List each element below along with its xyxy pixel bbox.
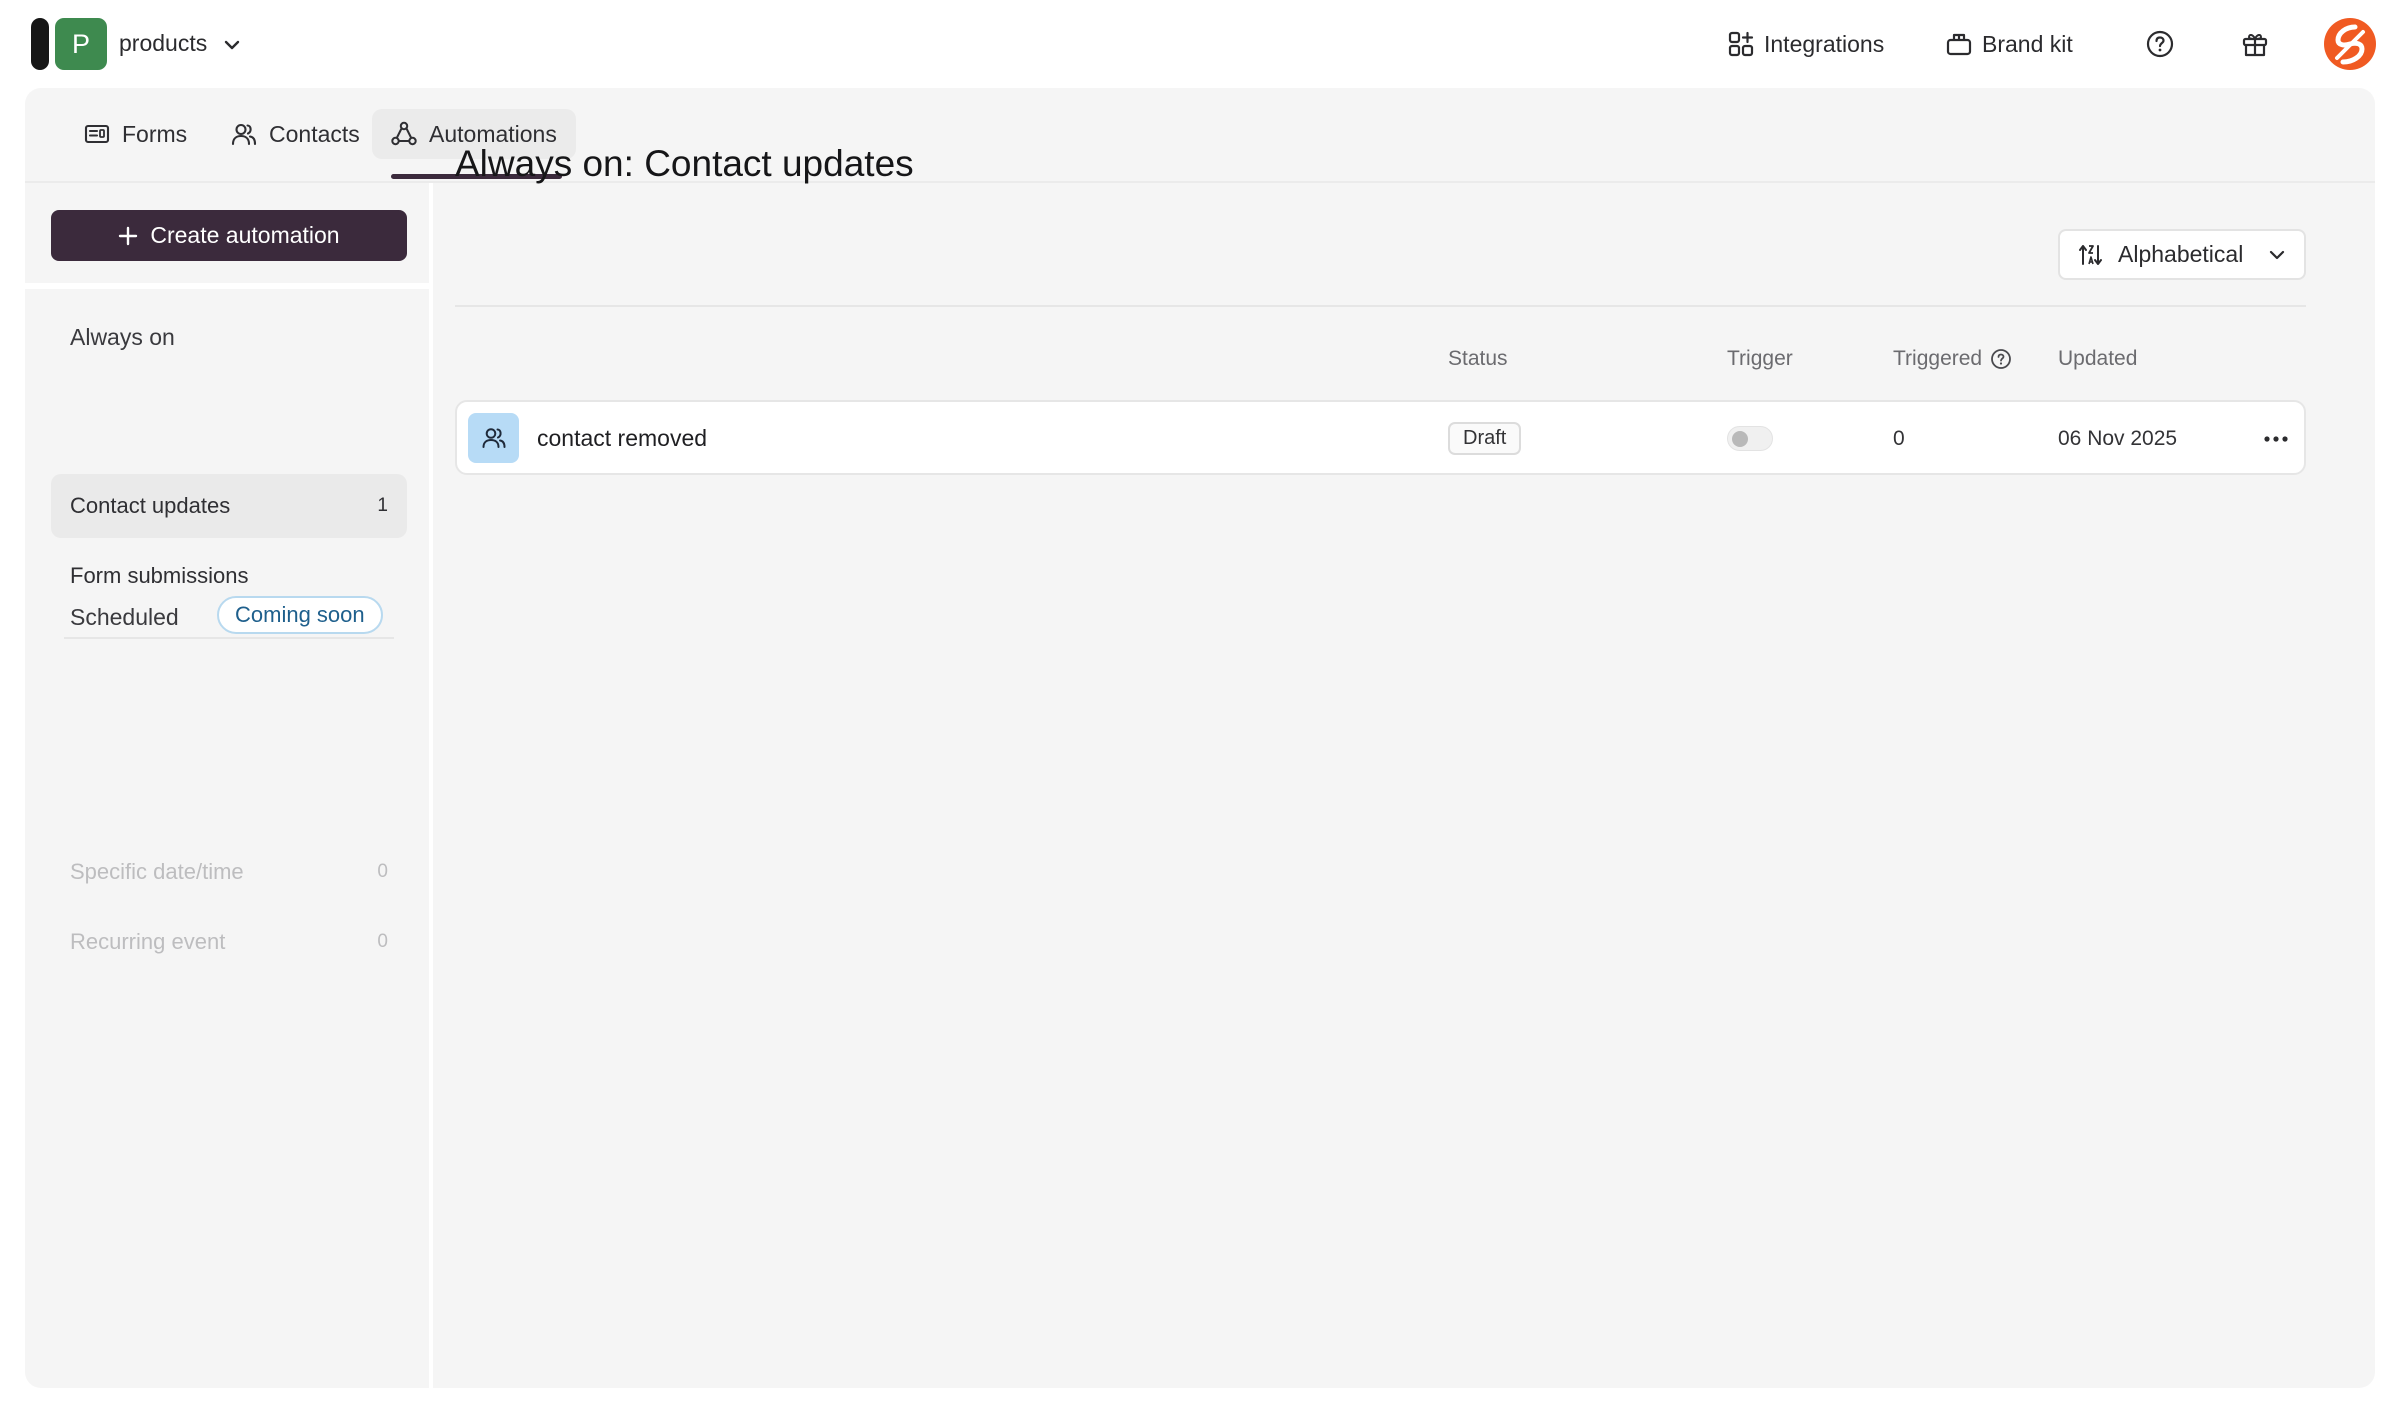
help-icon[interactable] [2145, 29, 2175, 59]
toggle-knob [1732, 431, 1748, 447]
always-on-heading: Always on [70, 324, 175, 350]
create-automation-button[interactable]: Create automation [51, 210, 407, 261]
tab-forms-label: Forms [122, 120, 188, 147]
sidebar-item-label: Form submissions [70, 563, 249, 588]
workspace-avatar[interactable]: P [55, 18, 107, 70]
users-icon [482, 428, 505, 448]
integrations-button[interactable]: Integrations [1728, 26, 1884, 62]
create-automation-label: Create automation [150, 222, 340, 248]
more-options-icon[interactable] [2263, 429, 2289, 449]
sidebar-item-specific-date: Specific date/time 0 [51, 840, 407, 904]
sort-dropdown[interactable]: Alphabetical [2058, 229, 2306, 280]
info-help-icon[interactable] [1990, 348, 2012, 370]
sidebar-item-count: 0 [377, 931, 388, 952]
tab-forms[interactable]: Forms [65, 109, 206, 159]
user-avatar[interactable] [2324, 18, 2376, 70]
column-header-label: Updated [2058, 347, 2138, 370]
sort-label: Alphabetical [2118, 241, 2244, 267]
app-logo [31, 18, 49, 70]
column-header-label: Status [1448, 347, 1508, 370]
page-title: Always on: Contact updates [455, 143, 914, 184]
brand-kit-icon [1946, 33, 1972, 56]
trigger-toggle[interactable] [1727, 426, 1773, 451]
sidebar-divider [64, 637, 394, 639]
column-header-updated: Updated [2058, 347, 2137, 371]
main-tabs: Forms Contacts Automations [25, 88, 2375, 183]
sidebar-item-label: Recurring event [70, 929, 226, 954]
gift-icon[interactable] [2240, 29, 2270, 59]
contacts-icon [231, 123, 257, 146]
plus-icon [119, 226, 138, 245]
content-divider [455, 305, 2306, 307]
chevron-down-icon [2269, 250, 2285, 259]
integrations-label: Integrations [1764, 30, 1885, 57]
tab-contacts[interactable]: Contacts [212, 109, 379, 159]
automations-sidebar: Create automation Always on Contact upda… [25, 183, 433, 1388]
triggered-count: 0 [1893, 427, 1905, 450]
sidebar-item-count: 1 [377, 495, 388, 516]
tab-contacts-label: Contacts [269, 120, 360, 147]
sidebar-separator [25, 283, 433, 289]
sidebar-item-recurring-event: Recurring event 0 [51, 910, 407, 974]
column-header-label: Trigger [1727, 347, 1793, 370]
chevron-down-icon[interactable] [222, 35, 242, 55]
column-header-label: Triggered [1893, 347, 1983, 370]
sidebar-item-label: Specific date/time [70, 859, 244, 884]
integrations-icon [1728, 31, 1754, 57]
sidebar-item-count: 0 [377, 861, 388, 882]
column-header-trigger: Trigger [1727, 347, 1793, 371]
updated-date: 06 Nov 2025 [2058, 427, 2178, 450]
contacts-automation-icon [468, 413, 519, 463]
brand-kit-button[interactable]: Brand kit [1946, 26, 2073, 62]
forms-icon [84, 124, 110, 144]
automation-name[interactable]: contact removed [537, 425, 707, 452]
automations-icon [391, 121, 417, 146]
scheduled-heading: Scheduled [70, 604, 179, 630]
automation-row[interactable]: contact removed Draft 0 06 Nov 2025 [455, 400, 2306, 475]
status-badge: Draft [1448, 422, 1522, 455]
user-avatar-logo-icon [2335, 24, 2365, 65]
column-header-status: Status [1448, 347, 1508, 371]
sidebar-item-contact-updates[interactable]: Contact updates 1 [51, 474, 407, 538]
sort-icon [2079, 244, 2102, 265]
top-bar: P products Integrations Brand kit [0, 0, 2400, 88]
workspace-name[interactable]: products [119, 30, 207, 57]
brand-kit-label: Brand kit [1982, 30, 2073, 57]
coming-soon-badge: Coming soon [217, 596, 383, 634]
column-header-triggered: Triggered [1893, 347, 2012, 371]
sidebar-item-label: Contact updates [70, 493, 231, 518]
app-shell: Forms Contacts Automations Create automa… [25, 88, 2375, 1388]
